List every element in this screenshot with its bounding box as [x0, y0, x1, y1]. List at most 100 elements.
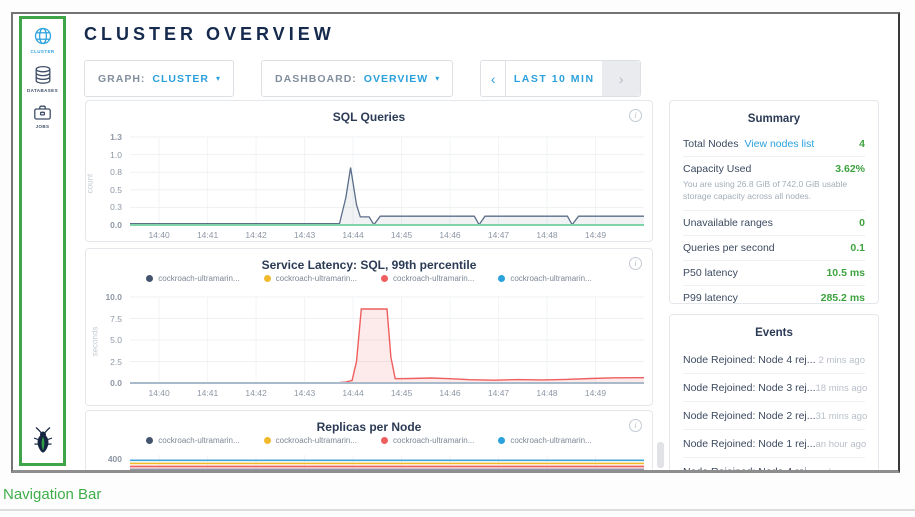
x-axis-tick-label: 14:43: [287, 388, 323, 398]
summary-row-value: 0.1: [850, 242, 865, 254]
toolbar: GRAPH: CLUSTER ▾ DASHBOARD: OVERVIEW ▾ ‹…: [84, 60, 641, 97]
y-axis-tick-label: 7.5: [86, 314, 122, 324]
summary-row-label: P99 latency: [683, 292, 738, 304]
time-range-next-button chevron-right-icon[interactable]: ›: [602, 61, 640, 96]
summary-row-label: Queries per second: [683, 242, 775, 254]
vertical-scrollbar-thumb[interactable]: [657, 442, 664, 468]
event-row[interactable]: Node Rejoined: Node 4 rej...an hour ago: [683, 457, 865, 473]
event-time: an hour ago: [816, 439, 867, 450]
event-row[interactable]: Node Rejoined: Node 1 rej...an hour ago: [683, 429, 865, 457]
sidebar-item-cluster[interactable]: CLUSTER: [30, 26, 54, 54]
event-row[interactable]: Node Rejoined: Node 4 rej...2 mins ago: [683, 346, 865, 373]
events-panel: Events Node Rejoined: Node 4 rej...2 min…: [669, 314, 879, 473]
event-time: 18 mins ago: [816, 383, 868, 394]
annotated-screenshot-page: CLUSTER DATABASES: [0, 0, 915, 517]
chevron-down-icon: ▾: [435, 74, 439, 83]
x-axis-tick-label: 14:48: [529, 230, 565, 240]
event-rows: Node Rejoined: Node 4 rej...2 mins agoNo…: [683, 346, 865, 473]
y-axis-tick-label: 0.5: [86, 185, 122, 195]
cockroachdb-logo[interactable]: [31, 426, 55, 458]
x-axis-tick-label: 14:42: [238, 388, 274, 398]
x-axis-tick-label: 14:48: [529, 388, 565, 398]
chart-plot-area[interactable]: [86, 411, 650, 473]
summary-row-value: 3.62%: [835, 163, 865, 175]
summary-panel: Summary Total NodesView nodes list4Capac…: [669, 100, 879, 304]
graph-dropdown-label: GRAPH:: [98, 73, 145, 85]
event-time: 2 mins ago: [819, 355, 865, 366]
x-axis-tick-label: 14:46: [432, 388, 468, 398]
y-axis-tick-label: 2.5: [86, 357, 122, 367]
event-message: Node Rejoined: Node 4 rej...: [683, 354, 816, 366]
time-range-label[interactable]: LAST 10 MIN: [506, 61, 602, 96]
y-axis-tick-label: 0.8: [86, 167, 122, 177]
y-axis-tick-label: 1.0: [86, 150, 122, 160]
annotation-label: Navigation Bar: [3, 486, 101, 503]
graph-dropdown-value: CLUSTER: [152, 73, 209, 85]
y-axis-tick-label: 1.3: [86, 132, 122, 142]
dashboard-dropdown-value: OVERVIEW: [364, 73, 428, 85]
event-message: Node Rejoined: Node 1 rej...: [683, 438, 816, 450]
summary-row-value: 0: [859, 217, 865, 229]
x-axis-tick-label: 14:47: [481, 230, 517, 240]
x-axis-tick-label: 14:44: [335, 230, 371, 240]
globe-icon: [33, 26, 53, 46]
navigation-sidebar annotation-highlight-box: CLUSTER DATABASES: [19, 16, 66, 466]
summary-row-value: 285.2 ms: [821, 292, 865, 304]
summary-row: Capacity Used3.62%You are using 26.8 GiB…: [683, 156, 865, 210]
dashboard-dropdown-label: DASHBOARD:: [275, 73, 357, 85]
summary-row: Unavailable ranges 0: [683, 210, 865, 235]
x-axis-tick-label: 14:46: [432, 230, 468, 240]
event-time: 31 mins ago: [816, 411, 868, 422]
dashboard-dropdown[interactable]: DASHBOARD: OVERVIEW ▾: [261, 60, 453, 97]
event-time: an hour ago: [816, 467, 867, 474]
chevron-down-icon: ▾: [216, 74, 220, 83]
sidebar-item-jobs[interactable]: JOBS: [33, 104, 52, 129]
x-axis-tick-label: 14:40: [141, 388, 177, 398]
x-axis-tick-label: 14:43: [287, 230, 323, 240]
x-axis-tick-label: 14:41: [190, 230, 226, 240]
cockroach-icon: [31, 426, 55, 453]
y-axis-tick-label: 0.0: [86, 378, 122, 388]
x-axis-tick-label: 14:49: [578, 388, 614, 398]
x-axis-tick-label: 14:42: [238, 230, 274, 240]
x-axis-tick-label: 14:44: [335, 388, 371, 398]
summary-rows: Total NodesView nodes list4Capacity Used…: [683, 132, 865, 304]
admin-ui-window: CLUSTER DATABASES: [11, 12, 900, 473]
sidebar-item-label: CLUSTER: [30, 49, 54, 54]
event-message: Node Rejoined: Node 4 rej...: [683, 466, 816, 474]
summary-row-label: Unavailable ranges: [683, 217, 773, 229]
x-axis-tick-label: 14:41: [190, 388, 226, 398]
x-axis-tick-label: 14:47: [481, 388, 517, 398]
sql-queries-chart-card: SQL Queries i count 1.31.00.80.50.30.014…: [85, 100, 653, 242]
chart-plot-area[interactable]: [86, 101, 650, 228]
summary-row-value: 4: [859, 138, 865, 150]
event-message: Node Rejoined: Node 2 rej...: [683, 410, 816, 422]
summary-title: Summary: [683, 113, 865, 125]
divider: [0, 509, 915, 511]
event-message: Node Rejoined: Node 3 rej...: [683, 382, 816, 394]
summary-row: Total NodesView nodes list4: [683, 132, 865, 156]
time-range-selector: ‹ LAST 10 MIN ›: [480, 60, 641, 97]
graph-dropdown[interactable]: GRAPH: CLUSTER ▾: [84, 60, 234, 97]
sidebar-item-databases[interactable]: DATABASES: [27, 65, 58, 93]
service-latency-chart-card: Service Latency: SQL, 99th percentile i …: [85, 248, 653, 406]
time-range-prev-button chevron-left-icon[interactable]: ‹: [481, 61, 506, 96]
x-axis-tick-label: 14:45: [384, 230, 420, 240]
y-axis-tick-label: 5.0: [86, 335, 122, 345]
x-axis-tick-label: 14:49: [578, 230, 614, 240]
event-row[interactable]: Node Rejoined: Node 3 rej...18 mins ago: [683, 373, 865, 401]
summary-row: Queries per second 0.1: [683, 235, 865, 260]
event-row[interactable]: Node Rejoined: Node 2 rej...31 mins ago: [683, 401, 865, 429]
chart-plot-area[interactable]: [86, 249, 650, 386]
summary-row-value: 10.5 ms: [826, 267, 865, 279]
view-nodes-link[interactable]: View nodes list: [744, 138, 814, 150]
y-axis-tick-label: 10.0: [86, 292, 122, 302]
x-axis-tick-label: 14:40: [141, 230, 177, 240]
briefcase-icon: [33, 104, 52, 121]
y-axis-tick-label: 400: [86, 454, 122, 464]
replicas-per-node-chart-card: Replicas per Node i cockroach-ultramarin…: [85, 410, 653, 473]
sidebar-item-label: JOBS: [36, 124, 50, 129]
sidebar-item-label: DATABASES: [27, 88, 58, 93]
events-title: Events: [683, 327, 865, 339]
summary-row: P99 latency 285.2 ms: [683, 285, 865, 304]
